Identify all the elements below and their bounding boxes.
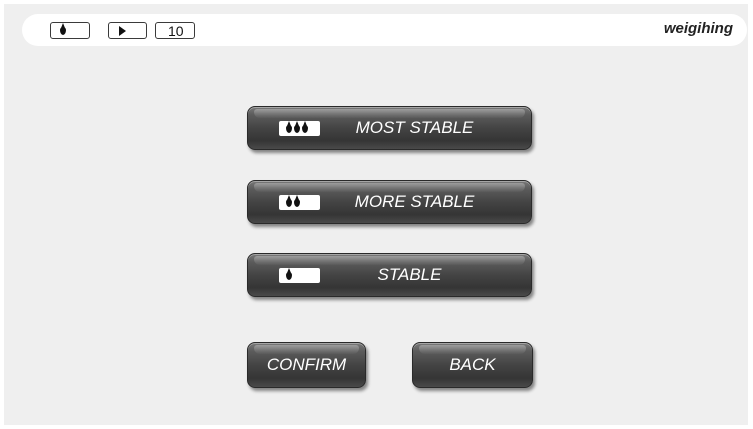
- drop-icon: [302, 120, 308, 133]
- confirm-button[interactable]: CONFIRM: [247, 342, 366, 388]
- back-label: BACK: [449, 355, 496, 374]
- stable-button[interactable]: STABLE: [247, 253, 532, 297]
- stable-label: STABLE: [377, 265, 442, 284]
- more-stable-button[interactable]: MORE STABLE: [247, 180, 532, 224]
- stability-indicator: [50, 22, 90, 39]
- stability-level-badge: [279, 194, 320, 210]
- more-stable-label: MORE STABLE: [354, 192, 475, 211]
- screen-title: weigihing: [663, 20, 733, 37]
- drop-icon: [286, 120, 292, 133]
- drop-icon: [294, 194, 300, 207]
- back-button[interactable]: BACK: [412, 342, 533, 388]
- drop-icon: [294, 120, 300, 133]
- most-stable-label: MOST STABLE: [355, 118, 474, 137]
- confirm-label: CONFIRM: [266, 355, 347, 374]
- count-value: 10: [168, 22, 184, 39]
- top-status-bar: 10 weigihing: [22, 14, 747, 46]
- drop-icon: [60, 22, 66, 35]
- drop-icon: [286, 267, 292, 280]
- play-indicator: [108, 22, 147, 39]
- drop-icon: [286, 194, 292, 207]
- stability-level-badge: [279, 267, 320, 283]
- screen: 10 weigihing MOST STABLE MORE STABLE STA…: [4, 4, 748, 425]
- play-icon: [119, 25, 126, 36]
- stability-level-badge: [279, 120, 320, 136]
- most-stable-button[interactable]: MOST STABLE: [247, 106, 532, 150]
- count-indicator: 10: [155, 22, 195, 39]
